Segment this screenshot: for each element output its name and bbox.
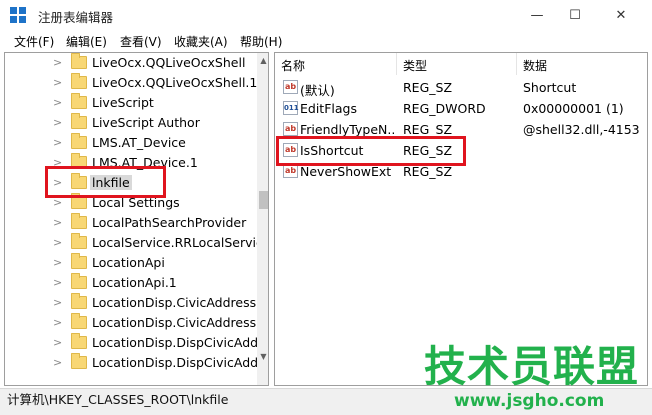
scrollbar-thumb[interactable] bbox=[259, 191, 268, 209]
title-bar: 注册表编辑器 — ☐ ✕ bbox=[0, 0, 652, 31]
highlight-box-isshortcut bbox=[276, 136, 466, 166]
folder-icon bbox=[71, 253, 87, 269]
column-header-data[interactable]: 数据 bbox=[517, 53, 647, 75]
menu-view[interactable]: 查看(V) bbox=[120, 33, 162, 50]
folder-icon bbox=[71, 73, 87, 89]
tree-item[interactable]: > LiveOcx.QQLiveOcxShell bbox=[5, 53, 255, 73]
menu-bar: 文件(F) 编辑(E) 查看(V) 收藏夹(A) 帮助(H) bbox=[0, 31, 652, 51]
column-header-type[interactable]: 类型 bbox=[397, 53, 517, 75]
tree-item[interactable]: > LocalPathSearchProvider bbox=[5, 213, 255, 233]
folder-icon bbox=[71, 273, 87, 289]
tree-item-label: LocationApi bbox=[92, 255, 165, 270]
tree-item-label: LocationDisp.DispCivicAddre bbox=[92, 355, 269, 370]
tree-vertical-scrollbar[interactable]: ▲ ▼ bbox=[257, 53, 268, 385]
string-value-icon: ab bbox=[283, 80, 298, 94]
expand-chevron-icon[interactable]: > bbox=[53, 216, 62, 229]
column-header-name[interactable]: 名称 bbox=[275, 53, 397, 75]
highlight-box-lnkfile bbox=[45, 166, 166, 198]
expand-chevron-icon[interactable]: > bbox=[53, 316, 62, 329]
string-value-icon: ab bbox=[283, 164, 298, 178]
status-path: 计算机\HKEY_CLASSES_ROOT\lnkfile bbox=[7, 392, 229, 407]
value-data: 0x00000001 (1) bbox=[523, 101, 624, 116]
tree-item[interactable]: > LocationDisp.DispCivicAddre bbox=[5, 333, 268, 353]
tree-item[interactable]: > LocationDisp.DispCivicAddre bbox=[5, 353, 268, 373]
tree-item-label: LiveScript Author bbox=[92, 115, 200, 130]
value-type: REG_DWORD bbox=[403, 101, 486, 116]
watermark-url: www.jsgho.com bbox=[454, 391, 605, 411]
tree-item[interactable]: > LocationApi.1 bbox=[5, 273, 255, 293]
expand-chevron-icon[interactable]: > bbox=[53, 336, 62, 349]
scroll-down-arrow-icon[interactable]: ▼ bbox=[257, 349, 268, 365]
folder-icon bbox=[71, 333, 87, 349]
expand-chevron-icon[interactable]: > bbox=[53, 276, 62, 289]
menu-file[interactable]: 文件(F) bbox=[14, 33, 54, 50]
folder-icon bbox=[71, 233, 87, 249]
expand-chevron-icon[interactable]: > bbox=[53, 296, 62, 309]
binary-value-icon: 011 bbox=[283, 101, 299, 115]
value-name: FriendlyTypeN... bbox=[300, 122, 395, 137]
value-type: REG_SZ bbox=[403, 164, 453, 179]
folder-icon bbox=[71, 213, 87, 229]
watermark-brand: 技术员联盟 bbox=[424, 342, 640, 391]
scroll-up-arrow-icon[interactable]: ▲ bbox=[257, 53, 268, 69]
folder-icon bbox=[71, 313, 87, 329]
expand-chevron-icon[interactable]: > bbox=[53, 136, 62, 149]
key-tree-pane[interactable]: > LiveOcx.QQLiveOcxShell > LiveOcx.QQLiv… bbox=[4, 52, 269, 386]
value-data: Shortcut bbox=[523, 80, 577, 95]
expand-chevron-icon[interactable]: > bbox=[53, 256, 62, 269]
folder-icon bbox=[71, 293, 87, 309]
tree-item-label: LiveScript bbox=[92, 95, 154, 110]
close-button[interactable]: ✕ bbox=[598, 0, 644, 31]
menu-help[interactable]: 帮助(H) bbox=[240, 33, 282, 50]
string-value-icon: ab bbox=[283, 122, 298, 136]
tree-item-label: LocationDisp.CivicAddressR bbox=[92, 295, 265, 310]
values-list-pane[interactable]: 名称 类型 数据 ab (默认) REG_SZ Shortcut 011 Edi… bbox=[274, 52, 648, 386]
value-type: REG_SZ bbox=[403, 122, 453, 137]
value-type: REG_SZ bbox=[403, 80, 453, 95]
value-name: NeverShowExt bbox=[300, 164, 392, 179]
window-title: 注册表编辑器 bbox=[38, 10, 114, 25]
tree-item-label: LMS.AT_Device bbox=[92, 135, 186, 150]
menu-edit[interactable]: 编辑(E) bbox=[66, 33, 107, 50]
value-row[interactable]: 011 EditFlags REG_DWORD 0x00000001 (1) bbox=[275, 98, 647, 119]
tree-item-label: LocalService.RRLocalService bbox=[92, 235, 269, 250]
tree-item[interactable]: > LiveOcx.QQLiveOcxShell.1 bbox=[5, 73, 258, 93]
tree-item[interactable]: > LocationApi bbox=[5, 253, 255, 273]
expand-chevron-icon[interactable]: > bbox=[53, 236, 62, 249]
tree-item[interactable]: > LiveScript bbox=[5, 93, 255, 113]
tree-item[interactable]: > LocationDisp.CivicAddressR bbox=[5, 313, 265, 333]
menu-favorites[interactable]: 收藏夹(A) bbox=[174, 33, 228, 50]
value-data: @shell32.dll,-4153 bbox=[523, 122, 640, 137]
expand-chevron-icon[interactable]: > bbox=[53, 76, 62, 89]
tree-item-label: LocationDisp.DispCivicAddre bbox=[92, 335, 269, 350]
folder-icon bbox=[71, 353, 87, 369]
tree-item-label: LocationDisp.CivicAddressR bbox=[92, 315, 265, 330]
tree-item[interactable]: > LocalService.RRLocalService bbox=[5, 233, 268, 253]
tree-item[interactable]: > LiveScript Author bbox=[5, 113, 255, 133]
folder-icon bbox=[71, 133, 87, 149]
value-row[interactable]: ab (默认) REG_SZ Shortcut bbox=[275, 77, 647, 98]
expand-chevron-icon[interactable]: > bbox=[53, 56, 62, 69]
folder-icon bbox=[71, 53, 87, 69]
expand-chevron-icon[interactable]: > bbox=[53, 356, 62, 369]
expand-chevron-icon[interactable]: > bbox=[53, 96, 62, 109]
folder-icon bbox=[71, 93, 87, 109]
tree-item[interactable]: > LMS.AT_Device bbox=[5, 133, 255, 153]
tree-item-label: LocationApi.1 bbox=[92, 275, 177, 290]
value-name: EditFlags bbox=[300, 101, 357, 116]
tree-item-label: LocalPathSearchProvider bbox=[92, 215, 247, 230]
tree-item[interactable]: > LocationDisp.CivicAddressR bbox=[5, 293, 265, 313]
expand-chevron-icon[interactable]: > bbox=[53, 116, 62, 129]
maximize-button[interactable]: ☐ bbox=[552, 0, 598, 31]
value-name: (默认) bbox=[300, 83, 335, 98]
tree-item-label: LiveOcx.QQLiveOcxShell.1 bbox=[92, 75, 258, 90]
folder-icon bbox=[71, 113, 87, 129]
tree-item-label: LiveOcx.QQLiveOcxShell bbox=[92, 55, 246, 70]
regedit-app-icon bbox=[10, 7, 27, 24]
